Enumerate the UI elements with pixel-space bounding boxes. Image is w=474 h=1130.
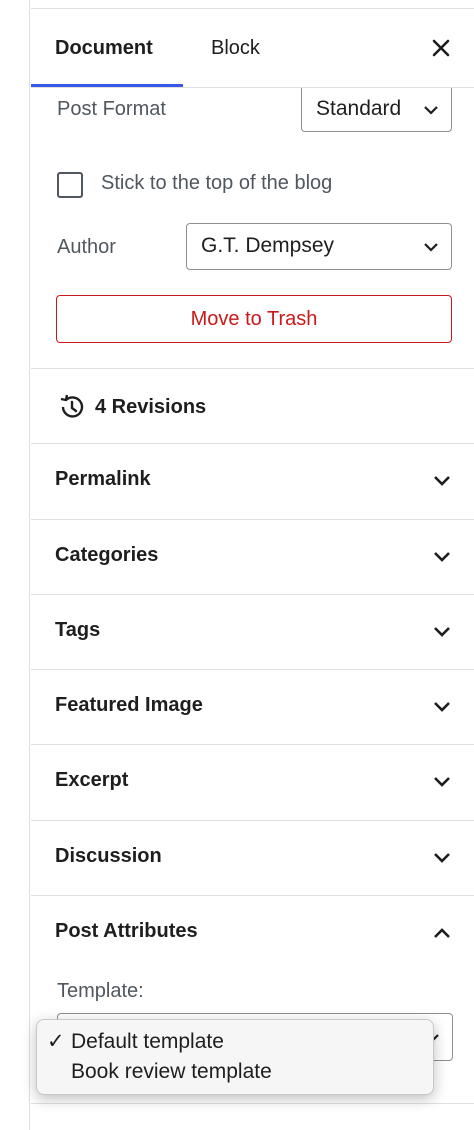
chevron-down-icon	[434, 627, 450, 637]
post-format-select[interactable]: Standard	[301, 88, 452, 132]
panel-featured-image[interactable]: Featured Image	[31, 670, 474, 745]
template-option-book-review[interactable]: Book review template	[71, 1060, 272, 1084]
sticky-label: Stick to the top of the blog	[101, 172, 333, 194]
sidebar-tabs: Document Block	[31, 8, 474, 88]
editor-gutter	[0, 0, 30, 1130]
template-option-default[interactable]: ✓ Default template	[47, 1029, 224, 1054]
divider	[31, 368, 474, 369]
option-label: Default template	[71, 1030, 224, 1053]
panel-discussion[interactable]: Discussion	[31, 821, 474, 896]
panel-tags[interactable]: Tags	[31, 595, 474, 670]
chevron-down-icon	[424, 242, 438, 252]
chevron-down-icon	[434, 777, 450, 787]
settings-sidebar: Document Block Post Format Standard Stic…	[31, 0, 474, 1130]
post-format-label: Post Format	[57, 98, 166, 120]
chevron-down-icon	[434, 476, 450, 486]
author-value: G.T. Dempsey	[201, 234, 335, 257]
post-format-row: Post Format Standard	[31, 88, 474, 134]
chevron-up-icon	[434, 928, 450, 938]
panel-title: Discussion	[55, 845, 162, 867]
panel-title: Categories	[55, 544, 159, 566]
checkmark-icon: ✓	[47, 1030, 65, 1053]
template-dropdown-menu: ✓ Default template Book review template	[36, 1019, 434, 1095]
chevron-down-icon	[434, 702, 450, 712]
panel-title: Permalink	[55, 468, 151, 490]
post-format-value: Standard	[316, 97, 402, 120]
author-select[interactable]: G.T. Dempsey	[186, 223, 452, 270]
panel-post-attributes[interactable]: Post Attributes	[31, 896, 474, 971]
panel-title: Featured Image	[55, 694, 203, 716]
move-to-trash-button[interactable]: Move to Trash	[56, 295, 452, 343]
template-label: Template:	[57, 980, 144, 1002]
tab-document[interactable]: Document	[55, 9, 153, 87]
revisions-label: 4 Revisions	[95, 396, 207, 418]
panel-permalink[interactable]: Permalink	[31, 444, 474, 519]
history-icon	[60, 394, 84, 418]
active-tab-indicator	[31, 84, 183, 87]
chevron-down-icon	[434, 552, 450, 562]
sticky-checkbox[interactable]	[57, 172, 83, 198]
panel-categories[interactable]: Categories	[31, 520, 474, 595]
panel-title: Excerpt	[55, 769, 129, 791]
divider	[31, 1103, 474, 1104]
panel-title: Tags	[55, 619, 101, 641]
close-icon[interactable]	[428, 35, 454, 61]
author-label: Author	[57, 236, 116, 258]
tab-block[interactable]: Block	[211, 9, 260, 87]
chevron-down-icon	[434, 853, 450, 863]
panel-title: Post Attributes	[55, 920, 198, 942]
chevron-down-icon	[424, 105, 438, 115]
panel-excerpt[interactable]: Excerpt	[31, 745, 474, 820]
